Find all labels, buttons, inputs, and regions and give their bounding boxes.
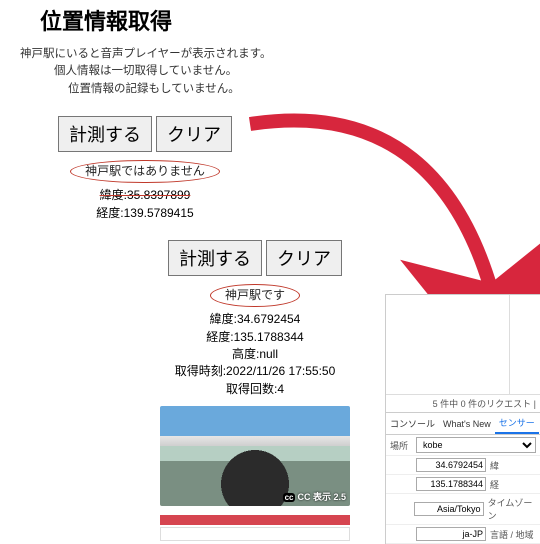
audio-player-bar[interactable] <box>160 527 350 541</box>
cc-license-badge: ccCC 表示 2.5 <box>283 491 346 504</box>
count-text: 取得回数:4 <box>160 381 350 398</box>
intro-line-1: 神戸駅にいると音声プレイヤーが表示されます。 <box>20 46 540 63</box>
locale-input[interactable] <box>416 527 486 541</box>
sensor-tz-row: タイムゾーン <box>386 494 540 525</box>
devtools-network-strip <box>386 295 540 395</box>
longitude-input[interactable] <box>416 477 486 491</box>
measure-button[interactable]: 計測する <box>168 240 262 276</box>
location-select[interactable]: kobe <box>416 437 536 453</box>
tab-sensors[interactable]: センサー <box>495 413 539 434</box>
latitude-text: 緯度:34.6792454 <box>160 311 350 328</box>
intro-line-3: 位置情報の記録もしていません。 <box>68 81 540 98</box>
cc-icon: cc <box>283 493 296 502</box>
intro-text: 神戸駅にいると音声プレイヤーが表示されます。 個人情報は一切取得していません。 … <box>20 46 540 98</box>
status-badge-kobe: 神戸駅です <box>210 284 300 307</box>
latitude-struck: 緯度:35.8397899 <box>58 187 232 204</box>
altitude-text: 高度:null <box>160 346 350 363</box>
locale-label: 言語 / 地域 <box>490 528 534 541</box>
longitude-text: 経度:139.5789415 <box>58 205 232 222</box>
timezone-input[interactable] <box>414 502 484 516</box>
timezone-label: タイムゾーン <box>488 496 536 522</box>
measure-button[interactable]: 計測する <box>58 116 152 152</box>
audio-player-strip <box>160 515 350 541</box>
longitude-label: 経 <box>490 478 499 491</box>
page-title: 位置情報取得 <box>40 4 540 36</box>
devtools-tabs: コンソール What's New センサー × 問 <box>386 413 540 435</box>
sensor-lat-row: 緯 <box>386 456 540 475</box>
timestamp-text: 取得時刻:2022/11/26 17:55:50 <box>160 363 350 380</box>
sensor-location-row: 場所 kobe <box>386 435 540 456</box>
latitude-input[interactable] <box>416 458 486 472</box>
intro-line-2: 個人情報は一切取得していません。 <box>54 63 540 80</box>
location-label: 場所 <box>390 439 416 452</box>
clear-button[interactable]: クリア <box>156 116 232 152</box>
devtools-panel: 5 件中 0 件のリクエスト | コンソール What's New センサー ×… <box>385 294 540 544</box>
tab-whatsnew[interactable]: What's New <box>439 416 495 432</box>
station-photo: ccCC 表示 2.5 <box>160 406 350 506</box>
longitude-text: 経度:135.1788344 <box>160 329 350 346</box>
tab-console[interactable]: コンソール <box>386 414 439 433</box>
audio-player-progress <box>160 515 350 525</box>
status-badge-not-kobe: 神戸駅ではありません <box>70 160 220 183</box>
sensor-lon-row: 経 <box>386 475 540 494</box>
clear-button[interactable]: クリア <box>266 240 342 276</box>
latitude-label: 緯 <box>490 459 499 472</box>
result-card-kobe: 計測する クリア 神戸駅です 緯度:34.6792454 経度:135.1788… <box>160 240 350 506</box>
result-card-not-kobe: 計測する クリア 神戸駅ではありません 緯度:35.8397899 経度:139… <box>58 116 232 222</box>
devtools-request-count: 5 件中 0 件のリクエスト | <box>386 395 540 413</box>
sensor-locale-row: 言語 / 地域 <box>386 525 540 544</box>
